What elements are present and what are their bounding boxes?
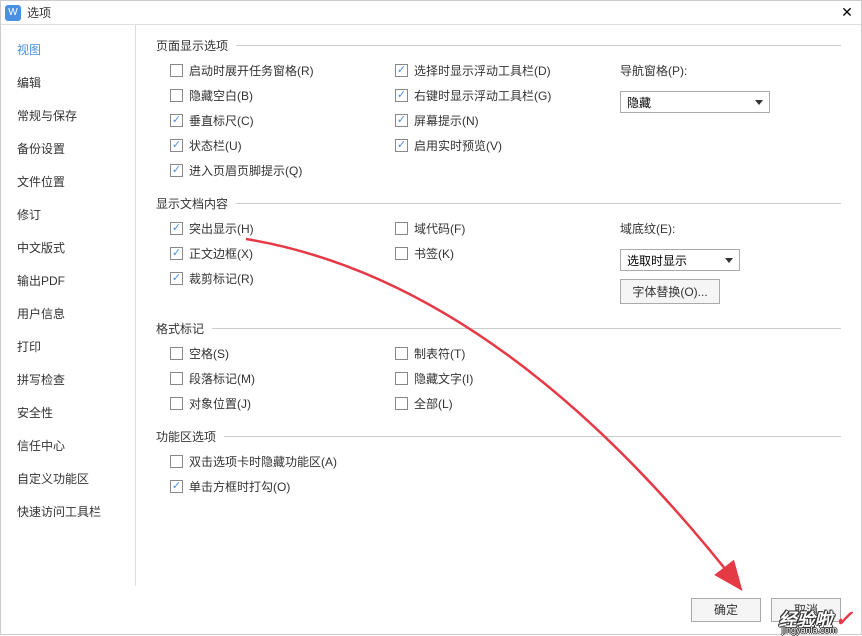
- check-space[interactable]: 空格(S): [170, 345, 395, 362]
- checkbox-icon: [395, 247, 408, 260]
- check-float-select[interactable]: 选择时显示浮动工具栏(D): [395, 62, 620, 79]
- checkbox-icon: [395, 372, 408, 385]
- checkbox-icon: [170, 64, 183, 77]
- check-task-pane[interactable]: 启动时展开任务窗格(R): [170, 62, 395, 79]
- titlebar: W 选项 ✕: [1, 1, 861, 25]
- sidebar-item-revision[interactable]: 修订: [1, 198, 135, 231]
- select-value: 隐藏: [627, 94, 651, 111]
- checkbox-icon: [395, 222, 408, 235]
- checkbox-icon: [170, 372, 183, 385]
- checkbox-icon: [170, 114, 183, 127]
- check-bookmark[interactable]: 书签(K): [395, 245, 620, 262]
- app-icon: W: [5, 5, 21, 21]
- checkbox-icon: [170, 480, 183, 493]
- sidebar-item-security[interactable]: 安全性: [1, 396, 135, 429]
- watermark-sub: jingyanla.com: [782, 625, 837, 635]
- checkbox-icon: [170, 222, 183, 235]
- close-button[interactable]: ✕: [837, 3, 857, 23]
- legend-format-marks: 格式标记: [156, 320, 841, 337]
- checkbox-icon: [170, 272, 183, 285]
- dialog-footer: 确定 取消: [1, 586, 861, 634]
- shading-label: 域底纹(E):: [620, 220, 800, 237]
- checkbox-icon: [170, 455, 183, 468]
- check-all[interactable]: 全部(L): [395, 395, 620, 412]
- section-format-marks: 格式标记 空格(S) 段落标记(M) 对象位置(J) 制表符(T) 隐藏文字(I…: [156, 320, 841, 412]
- check-vertical-ruler[interactable]: 垂直标尺(C): [170, 112, 395, 129]
- section-page-display: 页面显示选项 启动时展开任务窗格(R) 隐藏空白(B) 垂直标尺(C) 状态栏(…: [156, 37, 841, 179]
- legend-doc-content: 显示文档内容: [156, 195, 841, 212]
- sidebar: 视图 编辑 常规与保存 备份设置 文件位置 修订 中文版式 输出PDF 用户信息…: [1, 25, 136, 586]
- sidebar-item-custom-ribbon[interactable]: 自定义功能区: [1, 462, 135, 495]
- sidebar-item-chinese-layout[interactable]: 中文版式: [1, 231, 135, 264]
- sidebar-item-general-save[interactable]: 常规与保存: [1, 99, 135, 132]
- check-body-border[interactable]: 正文边框(X): [170, 245, 395, 262]
- sidebar-item-view[interactable]: 视图: [1, 33, 135, 66]
- content-area: 页面显示选项 启动时展开任务窗格(R) 隐藏空白(B) 垂直标尺(C) 状态栏(…: [136, 25, 861, 586]
- check-dblclick-hide-ribbon[interactable]: 双击选项卡时隐藏功能区(A): [170, 453, 395, 470]
- nav-pane-select[interactable]: 隐藏: [620, 91, 770, 113]
- check-hidden-text[interactable]: 隐藏文字(I): [395, 370, 620, 387]
- nav-pane-label: 导航窗格(P):: [620, 62, 800, 79]
- section-doc-content: 显示文档内容 突出显示(H) 正文边框(X) 裁剪标记(R) 域代码(F) 书签…: [156, 195, 841, 304]
- legend-page-display: 页面显示选项: [156, 37, 841, 54]
- sidebar-item-user-info[interactable]: 用户信息: [1, 297, 135, 330]
- sidebar-item-file-location[interactable]: 文件位置: [1, 165, 135, 198]
- ok-button[interactable]: 确定: [691, 598, 761, 622]
- sidebar-item-edit[interactable]: 编辑: [1, 66, 135, 99]
- check-float-rclick[interactable]: 右键时显示浮动工具栏(G): [395, 87, 620, 104]
- check-paragraph-mark[interactable]: 段落标记(M): [170, 370, 395, 387]
- check-highlight[interactable]: 突出显示(H): [170, 220, 395, 237]
- check-field-code[interactable]: 域代码(F): [395, 220, 620, 237]
- checkbox-icon: [170, 164, 183, 177]
- sidebar-item-export-pdf[interactable]: 输出PDF: [1, 264, 135, 297]
- checkbox-icon: [395, 397, 408, 410]
- check-click-checkbox[interactable]: 单击方框时打勾(O): [170, 478, 395, 495]
- sidebar-item-backup[interactable]: 备份设置: [1, 132, 135, 165]
- check-live-preview[interactable]: 启用实时预览(V): [395, 137, 620, 154]
- sidebar-item-spell-check[interactable]: 拼写检查: [1, 363, 135, 396]
- checkbox-icon: [395, 347, 408, 360]
- check-object-anchor[interactable]: 对象位置(J): [170, 395, 395, 412]
- check-tab[interactable]: 制表符(T): [395, 345, 620, 362]
- checkbox-icon: [395, 139, 408, 152]
- check-hide-blank[interactable]: 隐藏空白(B): [170, 87, 395, 104]
- chevron-down-icon: [755, 100, 763, 105]
- check-header-footer-hint[interactable]: 进入页眉页脚提示(Q): [170, 162, 395, 179]
- check-screen-tip[interactable]: 屏幕提示(N): [395, 112, 620, 129]
- check-crop-marks[interactable]: 裁剪标记(R): [170, 270, 395, 287]
- select-value: 选取时显示: [627, 252, 687, 269]
- sidebar-item-trust-center[interactable]: 信任中心: [1, 429, 135, 462]
- section-ribbon: 功能区选项 双击选项卡时隐藏功能区(A) 单击方框时打勾(O): [156, 428, 841, 495]
- checkbox-icon: [170, 139, 183, 152]
- checkbox-icon: [395, 89, 408, 102]
- window-title: 选项: [27, 4, 837, 21]
- sidebar-item-print[interactable]: 打印: [1, 330, 135, 363]
- chevron-down-icon: [725, 258, 733, 263]
- legend-ribbon: 功能区选项: [156, 428, 841, 445]
- checkbox-icon: [395, 64, 408, 77]
- checkbox-icon: [170, 397, 183, 410]
- shading-select[interactable]: 选取时显示: [620, 249, 740, 271]
- main-area: 视图 编辑 常规与保存 备份设置 文件位置 修订 中文版式 输出PDF 用户信息…: [1, 25, 861, 586]
- checkbox-icon: [395, 114, 408, 127]
- check-status-bar[interactable]: 状态栏(U): [170, 137, 395, 154]
- checkbox-icon: [170, 247, 183, 260]
- checkbox-icon: [170, 347, 183, 360]
- sidebar-item-quick-access[interactable]: 快速访问工具栏: [1, 495, 135, 528]
- font-substitution-button[interactable]: 字体替换(O)...: [620, 279, 720, 304]
- checkbox-icon: [170, 89, 183, 102]
